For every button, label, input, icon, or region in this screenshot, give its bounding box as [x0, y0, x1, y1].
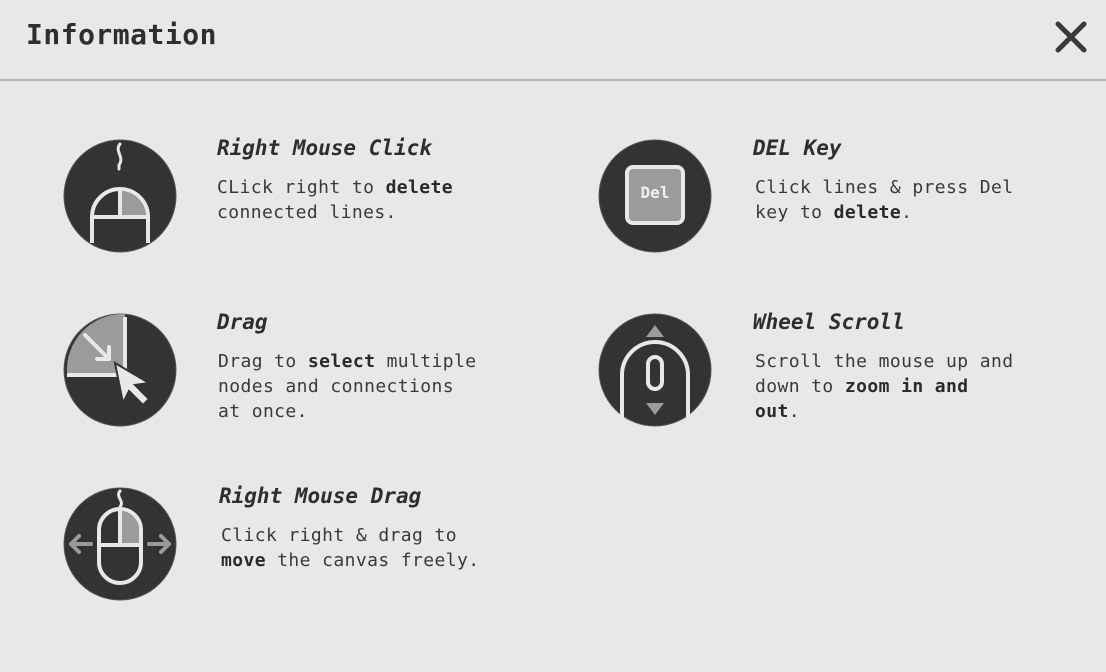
item-description: Click right & drag to move the canvas fr… [221, 525, 480, 571]
item-description: CLick right to delete connected lines. [217, 177, 453, 223]
item-title: DEL Key [753, 136, 842, 160]
right-click-mouse-icon [63, 139, 177, 253]
mouse-wheel-icon [598, 313, 712, 427]
item-description: Drag to select multiple nodes and connec… [218, 351, 477, 422]
item-description: Click lines & press Del key to delete. [755, 177, 1014, 223]
dialog-header: Information [0, 0, 1106, 81]
del-key-label: Del [640, 183, 670, 202]
information-dialog: Information Right Mouse Click CLick righ… [0, 0, 1106, 672]
close-button[interactable] [1050, 16, 1092, 58]
dialog-title: Information [26, 18, 217, 51]
item-title: Right Mouse Drag [219, 484, 422, 508]
close-icon [1055, 21, 1087, 53]
drag-select-icon [63, 313, 177, 427]
right-drag-mouse-icon [63, 487, 177, 601]
item-title: Wheel Scroll [753, 310, 905, 334]
item-title: Drag [217, 310, 268, 334]
item-description: Scroll the mouse up and down to zoom in … [755, 351, 1014, 422]
item-title: Right Mouse Click [217, 136, 432, 160]
